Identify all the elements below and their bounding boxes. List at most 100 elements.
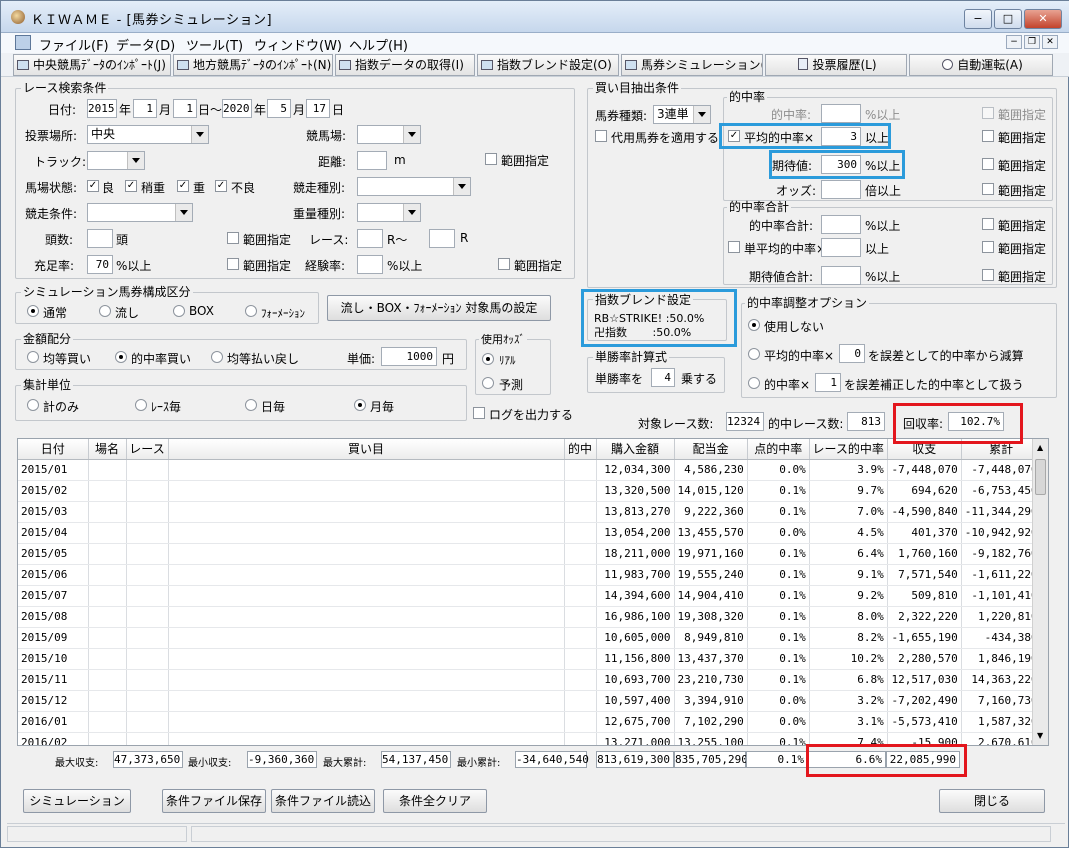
expectation-range-checkbox[interactable]: [982, 158, 994, 170]
from-month-input[interactable]: 1: [133, 99, 157, 118]
hit-sum-range-checkbox[interactable]: [982, 218, 994, 230]
money-equal-radio[interactable]: [27, 351, 39, 363]
import-local-button[interactable]: 地方競馬ﾃﾞｰﾀのｲﾝﾎﾟｰﾄ(N): [173, 54, 333, 76]
column-header-bet[interactable]: 買い目: [168, 439, 565, 460]
column-header-race[interactable]: レース: [126, 439, 169, 460]
menu-tools[interactable]: ツール(T): [186, 35, 243, 54]
exp-sum-range-checkbox[interactable]: [982, 269, 994, 281]
agg-month-radio[interactable]: [354, 399, 366, 411]
close-button[interactable]: 閉じる: [939, 789, 1045, 813]
adjust-correct-radio[interactable]: [748, 377, 760, 389]
odds-real-radio[interactable]: [482, 353, 494, 365]
load-conditions-button[interactable]: 条件ファイル読込: [271, 789, 375, 813]
fill-input[interactable]: 70: [87, 255, 113, 274]
distance-range-checkbox[interactable]: [485, 153, 497, 165]
mdi-minimize-button[interactable]: −: [1006, 35, 1022, 49]
table-row[interactable]: 2015/02 13,320,500 14,015,120 0.1% 9.7% 694,6…: [18, 480, 1042, 502]
agg-day-radio[interactable]: [245, 399, 257, 411]
scroll-thumb[interactable]: [1035, 459, 1046, 495]
heads-range-checkbox[interactable]: [227, 232, 239, 244]
hit-rate-input[interactable]: [821, 104, 861, 123]
hit-sum-input[interactable]: [821, 215, 861, 234]
adjust-none-radio[interactable]: [748, 319, 760, 331]
mdi-doc-icon[interactable]: [15, 35, 31, 50]
table-row[interactable]: 2015/11 10,693,700 23,210,730 0.1% 6.8% 12,51…: [18, 669, 1042, 691]
clear-conditions-button[interactable]: 条件全クリア: [383, 789, 487, 813]
from-year-input[interactable]: 2015: [87, 99, 117, 118]
maximize-button[interactable]: □: [994, 9, 1022, 29]
column-header-purchase[interactable]: 購入金額: [596, 439, 675, 460]
table-row[interactable]: 2015/09 10,605,000 8,949,810 0.1% 8.2% -1,655…: [18, 627, 1042, 649]
sim-normal-radio[interactable]: [27, 305, 39, 317]
substitute-checkbox[interactable]: [595, 130, 607, 142]
auto-run-button[interactable]: 自動運転(A): [909, 54, 1053, 76]
single-avg-range-checkbox[interactable]: [982, 241, 994, 253]
single-avg-input[interactable]: [821, 238, 861, 257]
money-payout-radio[interactable]: [211, 351, 223, 363]
experience-range-checkbox[interactable]: [498, 258, 510, 270]
table-row[interactable]: 2015/06 11,983,700 19,555,240 0.1% 9.1% 7,571…: [18, 564, 1042, 586]
betting-sim-button[interactable]: 馬券シミュレーション(B): [621, 54, 763, 76]
vertical-scrollbar[interactable]: ▲ ▼: [1032, 439, 1048, 745]
column-header-hit[interactable]: 的中: [564, 439, 597, 460]
race-to-input[interactable]: [429, 229, 455, 248]
column-header-payout[interactable]: 配当金: [674, 439, 748, 460]
table-row[interactable]: 2015/12 10,597,400 3,394,910 0.0% 3.2% -7,202…: [18, 690, 1042, 712]
mdi-restore-button[interactable]: ❐: [1024, 35, 1040, 49]
to-year-input[interactable]: 2020: [222, 99, 252, 118]
scroll-up-icon[interactable]: ▲: [1037, 443, 1043, 452]
race-type-select[interactable]: [357, 177, 471, 196]
minimize-button[interactable]: −: [964, 9, 992, 29]
menu-window[interactable]: ウィンドウ(W): [254, 35, 342, 54]
table-row[interactable]: 2015/01 12,034,300 4,586,230 0.0% 3.9% -7,448…: [18, 459, 1042, 481]
to-day-input[interactable]: 17: [306, 99, 330, 118]
table-row[interactable]: 2015/10 11,156,800 13,437,370 0.1% 10.2% 2,28…: [18, 648, 1042, 670]
agg-total-radio[interactable]: [27, 399, 39, 411]
course-select[interactable]: [357, 125, 421, 144]
table-row[interactable]: 2015/04 13,054,200 13,455,570 0.0% 4.5% 401,3…: [18, 522, 1042, 544]
odds-range-checkbox[interactable]: [982, 183, 994, 195]
scroll-down-icon[interactable]: ▼: [1037, 731, 1043, 740]
sim-nagashi-radio[interactable]: [99, 305, 111, 317]
weight-select[interactable]: [357, 203, 421, 222]
target-horses-button[interactable]: 流し・BOX・ﾌｫｰﾒｰｼｮﾝ 対象馬の設定: [327, 295, 551, 321]
adjust-subtract-input[interactable]: 0: [839, 344, 865, 363]
column-header-race-hit[interactable]: レース的中率: [809, 439, 888, 460]
table-row[interactable]: 2015/03 13,813,270 9,222,360 0.1% 7.0% -4,590…: [18, 501, 1042, 523]
save-conditions-button[interactable]: 条件ファイル保存: [162, 789, 266, 813]
odds-predict-radio[interactable]: [482, 377, 494, 389]
table-row[interactable]: 2015/08 16,986,100 19,308,320 0.1% 8.0% 2,322…: [18, 606, 1042, 628]
table-row[interactable]: 2015/07 14,394,600 14,904,410 0.1% 9.2% 509,8…: [18, 585, 1042, 607]
from-day-input[interactable]: 1: [173, 99, 197, 118]
unit-price-input[interactable]: 1000: [381, 347, 437, 366]
table-row[interactable]: 2015/05 18,211,000 19,971,160 0.1% 6.4% 1,760…: [18, 543, 1042, 565]
cond-bad-checkbox[interactable]: ✓: [215, 180, 227, 192]
table-row[interactable]: 2016/01 12,675,700 7,102,290 0.0% 3.1% -5,573…: [18, 711, 1042, 733]
fetch-index-button[interactable]: 指数データの取得(I): [335, 54, 475, 76]
sim-formation-radio[interactable]: [245, 305, 257, 317]
odds-threshold-input[interactable]: [821, 180, 861, 199]
single-avg-checkbox[interactable]: [728, 241, 740, 253]
single-win-input[interactable]: 4: [651, 368, 675, 387]
vote-history-button[interactable]: 投票履歴(L): [765, 54, 907, 76]
venue-select[interactable]: 中央: [87, 125, 209, 144]
column-header-point-hit[interactable]: 点的中率: [747, 439, 810, 460]
ticket-type-select[interactable]: 3連単: [653, 105, 711, 124]
sim-box-radio[interactable]: [173, 305, 185, 317]
import-central-button[interactable]: 中央競馬ﾃﾞｰﾀのｲﾝﾎﾟｰﾄ(J): [13, 54, 171, 76]
cond-slight-checkbox[interactable]: ✓: [125, 180, 137, 192]
heads-input[interactable]: [87, 229, 113, 248]
column-header-date[interactable]: 日付: [18, 439, 89, 460]
blend-settings-button[interactable]: 指数ブレンド設定(O): [477, 54, 619, 76]
experience-input[interactable]: [357, 255, 383, 274]
distance-input[interactable]: [357, 151, 387, 170]
menu-data[interactable]: データ(D): [116, 35, 175, 54]
track-select[interactable]: [87, 151, 145, 170]
agg-race-radio[interactable]: [135, 399, 147, 411]
simulate-button[interactable]: シミュレーション: [23, 789, 131, 813]
menu-file[interactable]: ファイル(F): [39, 35, 109, 54]
close-window-button[interactable]: ✕: [1024, 9, 1062, 29]
to-month-input[interactable]: 5: [267, 99, 291, 118]
race-cond-select[interactable]: [87, 203, 193, 222]
adjust-subtract-radio[interactable]: [748, 348, 760, 360]
